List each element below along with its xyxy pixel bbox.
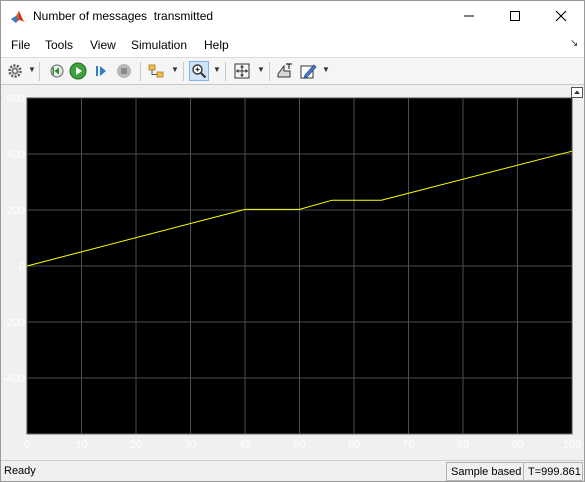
zoom-in-button[interactable] [189,61,209,81]
x-tick-label: 60 [348,439,360,451]
minimize-icon [464,15,474,17]
x-tick-label: 10 [75,439,87,451]
status-text: Ready [4,465,36,477]
menu-tools[interactable]: Tools [45,38,73,52]
x-tick-label: 20 [130,439,142,451]
step-forward-icon [96,66,106,76]
y-tick-label: 200 [7,205,25,217]
window-title: Number of messages transmitted [33,9,214,23]
y-tick-label: -200 [3,317,25,329]
stop-button[interactable] [114,61,134,81]
undock-icon[interactable] [571,87,583,98]
menu-simulation[interactable]: Simulation [131,38,187,52]
zoom-in-icon [192,64,207,79]
scope-plot[interactable]: 0 10 20 30 40 50 60 70 80 90 100 600 400 200 0 -200 -400 [1,85,584,460]
highlight-dropdown-icon[interactable]: ▼ [171,65,179,74]
menu-bar: File Tools View Simulation Help ↘ [1,33,584,57]
step-back-icon [50,64,64,78]
x-tick-label: 0 [24,439,30,451]
settings-button[interactable] [5,61,25,81]
stop-icon [117,64,131,78]
fit-view-dropdown-icon[interactable]: ▼ [257,65,265,74]
maximize-button[interactable] [492,1,538,31]
style-button[interactable] [298,61,318,81]
y-tick-label: 600 [7,93,25,105]
cursor-measure-icon [277,63,292,78]
close-button[interactable] [538,1,584,31]
dock-arrow-icon[interactable]: ↘ [570,38,578,49]
toolbar-separator [269,62,270,81]
zoom-dropdown-icon[interactable]: ▼ [213,65,221,74]
fit-view-button[interactable] [232,61,252,81]
run-button[interactable] [68,61,88,81]
highlight-icon [148,64,164,78]
x-tick-label: 90 [511,439,523,451]
close-icon [555,10,567,22]
x-tick-label: 40 [239,439,251,451]
scope-window: Number of messages transmitted File Tool… [0,0,585,482]
matlab-logo-icon [10,9,26,25]
toolbar-separator [140,62,141,81]
x-tick-label: 30 [184,439,196,451]
toolbar-separator [225,62,226,81]
status-time: T=999.861 [523,462,583,481]
cursor-measure-button[interactable] [275,61,295,81]
step-back-button[interactable] [46,61,66,81]
toolbar: ▼ ▼ ▼ ▼ ▼ [1,57,584,85]
toolbar-separator [39,62,40,81]
settings-dropdown-icon[interactable]: ▼ [28,65,36,74]
y-tick-label: -400 [3,373,25,385]
minimize-button[interactable] [446,1,492,31]
highlight-button[interactable] [147,61,167,81]
maximize-icon [510,11,520,21]
plot-area: 0 10 20 30 40 50 60 70 80 90 100 600 400 200 0 -200 -400 [1,85,584,460]
step-forward-button[interactable] [91,61,111,81]
style-icon [300,64,317,79]
status-bar: Ready Sample based T=999.861 [1,460,584,481]
fit-view-icon [234,63,250,79]
status-mode: Sample based [446,462,524,481]
x-tick-label: 100 [563,439,581,451]
title-bar[interactable]: Number of messages transmitted [1,1,584,33]
menu-file[interactable]: File [11,38,30,52]
toolbar-separator [183,62,184,81]
x-tick-label: 80 [457,439,469,451]
style-dropdown-icon[interactable]: ▼ [322,65,330,74]
x-tick-label: 50 [293,439,305,451]
x-tick-label: 70 [402,439,414,451]
menu-view[interactable]: View [90,38,116,52]
menu-help[interactable]: Help [204,38,229,52]
run-icon [69,62,87,80]
settings-icon [8,64,22,78]
y-tick-label: 400 [7,149,25,161]
y-tick-label: 0 [19,261,25,273]
